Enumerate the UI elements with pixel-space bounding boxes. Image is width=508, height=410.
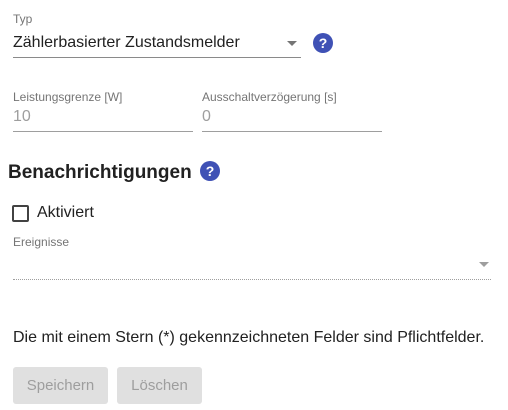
notifications-title: Benachrichtigungen [8,162,192,183]
leistungsgrenze-underline [13,131,193,132]
activated-checkbox[interactable] [12,205,29,222]
help-circle-icon[interactable]: ? [313,33,333,53]
typ-select-underline [13,57,301,58]
required-fields-note: Die mit einem Stern (*) gekennzeichneten… [13,329,485,346]
save-button[interactable]: Speichern [13,367,108,404]
delete-button[interactable]: Löschen [117,367,202,404]
typ-label: Typ [13,12,33,26]
ausschaltverzoegerung-underline [202,131,382,132]
events-select-underline [13,279,491,280]
dropdown-caret-icon [287,41,297,46]
help-circle-icon[interactable]: ? [200,161,220,181]
leistungsgrenze-label: Leistungsgrenze [W] [13,90,123,104]
typ-select-value: Zählerbasierter Zustandsmelder [13,34,240,51]
activated-checkbox-row[interactable]: Aktiviert [12,203,122,223]
ausschaltverzoegerung-input[interactable]: 0 [202,108,211,126]
typ-select[interactable]: Zählerbasierter Zustandsmelder [13,32,301,58]
events-select[interactable] [13,252,491,278]
activated-label: Aktiviert [37,204,94,221]
ausschaltverzoegerung-label: Ausschaltverzögerung [s] [202,90,337,104]
leistungsgrenze-input[interactable]: 10 [13,108,31,126]
dropdown-caret-icon [479,262,489,267]
events-label: Ereignisse [13,235,70,249]
